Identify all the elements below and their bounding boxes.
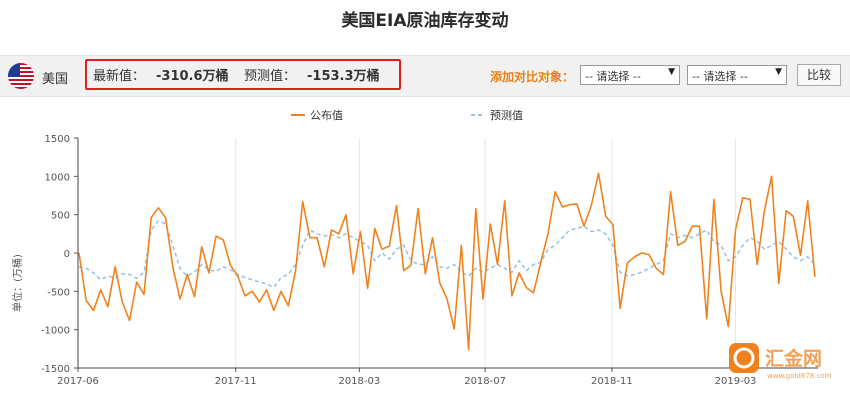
compare-select-2-value: -- 请选择 --	[692, 70, 748, 83]
x-axis: 2017-06 2017-11 2018-03 2018-07 2018-11 2019-…	[57, 367, 818, 387]
compare-select-1-value: -- 请选择 --	[585, 70, 641, 83]
chevron-down-icon: ▼	[668, 67, 675, 77]
forecast-series-line	[78, 219, 816, 289]
latest-value: -310.6万桶	[156, 69, 229, 84]
compare-button[interactable]: 比较	[797, 64, 841, 86]
us-flag-icon	[8, 63, 34, 89]
x-tick-label: 2018-11	[591, 376, 633, 387]
y-tick-label: 1500	[45, 134, 70, 145]
legend-label-published: 公布值	[310, 109, 343, 122]
chart-area: 公布值 预测值 1500 1000 500 0 -500 -1000 -1500 2017-…	[11, 109, 832, 387]
compare-label: 添加对比对象：	[490, 70, 575, 84]
y-axis-label: 单位：(万桶)	[11, 254, 24, 312]
forecast-value: -153.3万桶	[307, 69, 380, 84]
country-label: 美国	[42, 72, 69, 87]
y-tick-label: 0	[64, 249, 70, 260]
legend-label-forecast: 预测值	[490, 109, 523, 122]
y-tick-label: -1500	[41, 364, 70, 375]
x-tick-label: 2019-03	[715, 376, 757, 387]
chart-legend: 公布值 预测值	[291, 109, 523, 122]
y-tick-label: -500	[47, 287, 70, 298]
watermark-name: 汇金网	[765, 347, 822, 370]
header-toolbar: 美国 最新值： -310.6万桶 预测值： -153.3万桶 添加对比对象： -…	[0, 55, 850, 97]
y-tick-label: 500	[51, 211, 70, 222]
compare-select-1[interactable]: -- 请选择 -- ▼	[580, 65, 680, 85]
chart-series	[78, 172, 816, 351]
x-tick-label: 2017-11	[215, 376, 257, 387]
x-tick-label: 2018-03	[338, 376, 380, 387]
compare-select-2[interactable]: -- 请选择 -- ▼	[687, 65, 787, 85]
y-tick-label: -1000	[41, 326, 70, 337]
x-tick-label: 2018-07	[464, 376, 506, 387]
page-title: 美国EIA原油库存变动	[341, 11, 509, 31]
forecast-label: 预测值：	[244, 69, 297, 84]
y-tick-label: 1000	[45, 172, 70, 183]
published-series-line	[78, 172, 816, 351]
watermark-url: www.gold678.com	[767, 372, 832, 380]
chevron-down-icon: ▼	[775, 67, 782, 77]
x-tick-label: 2017-06	[57, 376, 99, 387]
y-axis: 1500 1000 500 0 -500 -1000 -1500	[41, 134, 79, 375]
watermark: 汇金网 www.gold678.com	[729, 343, 832, 380]
latest-label: 最新值：	[93, 69, 146, 84]
